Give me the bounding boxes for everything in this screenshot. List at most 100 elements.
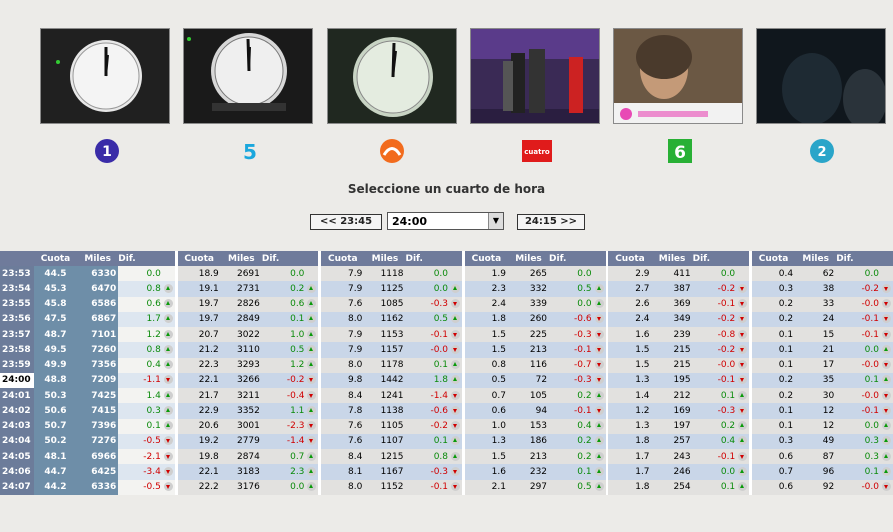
table-row[interactable]: 24:05 48.1 6966 -2.1 19.8 2874 0.7 8.4 1215 0.8 1.… xyxy=(0,449,893,465)
cuota-cell: 2.9 xyxy=(608,266,652,282)
row-time: 24:03 xyxy=(0,418,34,434)
arrow-down-icon xyxy=(163,466,173,476)
miles-cell: 35 xyxy=(795,372,837,388)
table-row[interactable]: 24:06 44.7 6425 -3.4 22.1 3183 2.3 8.1 1167 -0.3 1… xyxy=(0,464,893,480)
miles-cell: 2874 xyxy=(220,449,262,465)
arrow-up-icon xyxy=(307,466,317,476)
table-row[interactable]: 24:02 50.6 7415 0.3 22.9 3352 1.1 7.8 1138 -0.6 0.… xyxy=(0,403,893,419)
dif-cell: 0.0 xyxy=(405,281,463,297)
table-row[interactable]: 24:04 50.2 7276 -0.5 19.2 2779 -1.4 7.6 1107 0.1 1… xyxy=(0,433,893,449)
table-row[interactable]: 23:56 47.5 6867 1.7 19.7 2849 0.1 8.0 1162 0.5 1.8… xyxy=(0,311,893,327)
arrow-up-icon xyxy=(307,482,317,492)
cuota-cell: 7.9 xyxy=(321,266,365,282)
dif-value: -1.1 xyxy=(143,375,161,386)
table-row[interactable]: 24:03 50.7 7396 0.1 20.6 3001 -2.3 7.6 1105 -0.2 1… xyxy=(0,418,893,434)
column-header-cuota: Cuota xyxy=(177,251,221,266)
la2-logo-icon[interactable]: 2 xyxy=(807,138,837,164)
cuota-cell: 0.2 xyxy=(751,388,796,404)
dif-value: -0.8 xyxy=(717,329,736,340)
antena3-logo-icon[interactable] xyxy=(377,138,407,164)
cuota-cell: 18.9 xyxy=(177,266,221,282)
row-time: 24:01 xyxy=(0,388,34,404)
channel-2-thumbnail[interactable] xyxy=(183,28,313,124)
miles-cell: 1085 xyxy=(364,296,406,312)
arrow-down-icon xyxy=(451,344,461,354)
miles-cell: 6586 xyxy=(77,296,119,312)
channel-1-thumbnail[interactable] xyxy=(40,28,170,124)
dif-value: -0.2 xyxy=(717,344,736,355)
quarter-select[interactable]: 24:00 ▼ xyxy=(387,212,504,230)
dif-cell: 0.3 xyxy=(118,403,175,419)
miles-cell: 96 xyxy=(795,464,837,480)
arrow-down-icon xyxy=(594,360,604,370)
channel-4-thumbnail[interactable] xyxy=(470,28,600,124)
svg-text:cuatro: cuatro xyxy=(524,148,550,156)
table-row[interactable]: 23:53 44.5 6330 0.0 18.9 2691 0.0 7.9 1118 0.0 1.9… xyxy=(0,266,893,282)
dif-value: -0.3 xyxy=(717,405,736,416)
row-time: 24:05 xyxy=(0,449,34,465)
dif-value: -0.0 xyxy=(861,360,879,371)
table-row[interactable]: 23:57 48.7 7101 1.2 20.7 3022 1.0 7.9 1153 -0.1 1.… xyxy=(0,327,893,343)
column-header-miles: Miles xyxy=(364,251,406,266)
dif-value: 0.8 xyxy=(146,344,161,355)
cuota-cell: 1.8 xyxy=(608,433,652,449)
cuota-cell: 1.2 xyxy=(608,403,652,419)
dif-value: -0.0 xyxy=(861,482,879,493)
dif-value: -0.3 xyxy=(430,466,449,477)
cuota-cell: 22.1 xyxy=(177,372,221,388)
cuota-cell: 0.1 xyxy=(751,418,796,434)
miles-cell: 7356 xyxy=(77,357,119,373)
table-row[interactable]: 23:55 45.8 6586 0.6 19.7 2826 0.6 7.6 1085 -0.3 2.… xyxy=(0,296,893,312)
cuatro-logo-icon[interactable]: cuatro xyxy=(521,138,553,164)
dif-cell: 0.1 xyxy=(261,311,319,327)
channel-5-thumbnail[interactable] xyxy=(613,28,743,124)
arrow-up-icon xyxy=(307,329,317,339)
dif-value: -0.2 xyxy=(717,283,736,294)
table-row[interactable]: 23:59 49.9 7356 0.4 22.3 3293 1.2 8.0 1178 0.1 0.8… xyxy=(0,357,893,373)
dif-value: -0.3 xyxy=(574,375,592,386)
miles-cell: 332 xyxy=(507,281,550,297)
prev-quarter-button[interactable]: << 23:45 xyxy=(310,214,382,230)
dif-cell: 1.2 xyxy=(261,357,319,373)
dif-cell: 1.7 xyxy=(118,311,175,327)
dif-value: 0.0 xyxy=(146,268,161,279)
dif-value: 0.0 xyxy=(720,268,736,279)
channel-thumbnails: 1 5 cuatro 6 2 Seleccione un cuarto de h… xyxy=(0,0,893,250)
column-header-miles: Miles xyxy=(651,251,693,266)
lasexta-logo-icon[interactable]: 6 xyxy=(665,138,695,164)
cuota-cell: 44.5 xyxy=(33,266,78,282)
arrow-up-icon xyxy=(738,436,748,446)
table-row[interactable]: 23:54 45.3 6470 0.8 19.1 2731 0.2 7.9 1125 0.0 2.3… xyxy=(0,281,893,297)
table-row[interactable]: 24:01 50.3 7425 1.4 21.7 3211 -0.4 8.4 1241 -1.4 0… xyxy=(0,388,893,404)
cuota-cell: 19.2 xyxy=(177,433,221,449)
cuota-cell: 1.9 xyxy=(464,266,508,282)
miles-cell: 6867 xyxy=(77,311,119,327)
table-row[interactable]: 24:07 44.2 6336 -0.5 22.2 3176 0.0 8.0 1152 -0.1 2… xyxy=(0,479,893,495)
arrow-up-icon xyxy=(163,329,173,339)
miles-cell: 1178 xyxy=(364,357,406,373)
dif-cell: -0.3 xyxy=(549,327,606,343)
miles-cell: 7415 xyxy=(77,403,119,419)
table-row[interactable]: 24:00 48.8 7209 -1.1 22.1 3266 -0.2 9.8 1442 1.8 0… xyxy=(0,372,893,388)
telecinco-logo-icon[interactable]: 5 xyxy=(235,138,265,164)
channel-6-thumbnail[interactable] xyxy=(756,28,886,124)
dif-cell: -2.3 xyxy=(261,418,319,434)
dif-cell: 0.5 xyxy=(549,281,606,297)
dif-value: 0.1 xyxy=(577,466,592,477)
cuota-cell: 0.7 xyxy=(464,388,508,404)
chevron-down-icon[interactable]: ▼ xyxy=(488,213,503,229)
dif-value: -1.4 xyxy=(286,436,305,447)
dif-cell: -0.2 xyxy=(692,281,750,297)
la1-logo-icon[interactable]: 1 xyxy=(92,138,122,164)
dif-value: -0.3 xyxy=(430,299,449,310)
dif-value: 0.7 xyxy=(290,451,305,462)
cuota-cell: 20.7 xyxy=(177,327,221,343)
miles-cell: 1138 xyxy=(364,403,406,419)
cuota-cell: 8.0 xyxy=(321,311,365,327)
channel-3-thumbnail[interactable] xyxy=(327,28,457,124)
dif-cell: -0.8 xyxy=(692,327,750,343)
table-row[interactable]: 23:58 49.5 7260 0.8 21.2 3110 0.5 7.9 1157 -0.0 1.… xyxy=(0,342,893,358)
next-quarter-button[interactable]: 24:15 >> xyxy=(517,214,585,230)
miles-cell: 3352 xyxy=(220,403,262,419)
arrow-up-icon xyxy=(163,405,173,415)
